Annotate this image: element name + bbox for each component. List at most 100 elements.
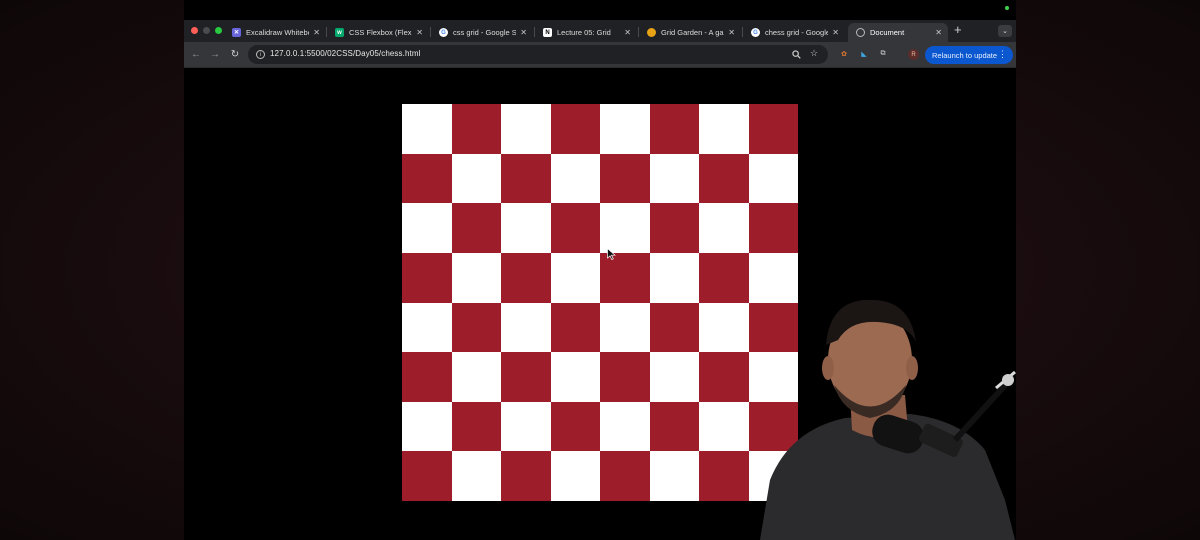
board-square [501, 451, 551, 501]
tab-title: chess grid - Google Search [765, 28, 829, 37]
tab-search-button[interactable]: ⌄ [998, 25, 1012, 37]
tab-lecture-05[interactable]: N Lecture 05: Grid ✕ [535, 23, 637, 42]
board-square [451, 203, 501, 253]
close-icon[interactable]: ✕ [313, 28, 320, 37]
tab-title: CSS Flexbox (Flexible Box) [349, 28, 412, 37]
google-icon: G [751, 28, 760, 37]
board-square [600, 302, 650, 353]
recording-indicator-icon [1005, 6, 1009, 10]
board-square [699, 401, 749, 452]
board-square [402, 104, 452, 154]
google-icon: G [439, 28, 448, 37]
extension-icon[interactable]: ✿ [839, 49, 849, 59]
excalidraw-icon: ✕ [232, 28, 241, 37]
minimize-window-icon[interactable] [203, 27, 210, 34]
board-square [550, 352, 600, 402]
tab-chess-grid-search[interactable]: G chess grid - Google Search ✕ [743, 23, 845, 42]
board-square [600, 104, 650, 154]
url-text: 127.0.0.1:5500/02CSS/Day05/chess.html [270, 49, 421, 58]
board-square [600, 451, 650, 501]
tab-title: css grid - Google Search [453, 28, 517, 37]
globe-icon [856, 28, 865, 37]
extension-icon[interactable]: ◣ [859, 49, 869, 59]
relaunch-label: Relaunch to update [932, 50, 998, 60]
close-window-icon[interactable] [191, 27, 198, 34]
site-info-icon[interactable]: i [256, 50, 265, 59]
board-square [501, 252, 551, 303]
more-menu-icon[interactable]: ⋮ [998, 49, 1007, 60]
board-square [501, 104, 551, 154]
board-square [600, 203, 650, 253]
close-icon[interactable]: ✕ [624, 28, 631, 37]
close-icon[interactable]: ✕ [728, 28, 735, 37]
board-square [550, 451, 600, 501]
zoom-icon[interactable] [792, 50, 801, 59]
presenter-webcam [760, 299, 1016, 540]
carrot-icon [647, 28, 656, 37]
board-square [649, 451, 699, 501]
board-square [550, 252, 600, 303]
tab-css-grid-search[interactable]: G css grid - Google Search ✕ [431, 23, 533, 42]
close-icon[interactable]: ✕ [935, 28, 942, 37]
board-square [649, 401, 699, 452]
mouse-cursor-icon [607, 248, 616, 260]
back-button[interactable]: ← [189, 47, 203, 61]
board-square [748, 153, 798, 204]
close-icon[interactable]: ✕ [832, 28, 839, 37]
board-square [501, 153, 551, 204]
board-square [402, 401, 452, 452]
tab-grid-garden[interactable]: Grid Garden - A game ✕ [639, 23, 741, 42]
avatar[interactable]: R [908, 49, 919, 60]
close-icon[interactable]: ✕ [416, 28, 423, 37]
board-square [451, 104, 501, 154]
board-square [501, 401, 551, 452]
board-square [699, 451, 749, 501]
tab-excalidraw[interactable]: ✕ Excalidraw Whiteboard ✕ [224, 23, 326, 42]
reload-button[interactable]: ↻ [228, 47, 242, 61]
browser-toolbar: ← → ↻ i 127.0.0.1:5500/02CSS/Day05/chess… [184, 42, 1016, 68]
board-square [649, 352, 699, 402]
board-square [402, 352, 452, 402]
board-square [699, 153, 749, 204]
board-square [649, 252, 699, 303]
board-square [451, 153, 501, 204]
menu-strip [184, 0, 1016, 20]
board-square [600, 401, 650, 452]
board-square [550, 153, 600, 204]
tab-title: Lecture 05: Grid [557, 28, 611, 37]
board-square [501, 352, 551, 402]
maximize-window-icon[interactable] [215, 27, 222, 34]
board-square [402, 153, 452, 204]
relaunch-button[interactable]: Relaunch to update ⋮ [925, 46, 1013, 64]
board-square [600, 252, 650, 303]
board-square [451, 252, 501, 303]
tab-title: Document [870, 28, 905, 37]
board-square [748, 104, 798, 154]
board-square [451, 401, 501, 452]
forward-button[interactable]: → [208, 47, 222, 61]
board-square [600, 352, 650, 402]
board-square [748, 203, 798, 253]
board-square [451, 302, 501, 353]
board-square [699, 352, 749, 402]
board-square [402, 451, 452, 501]
chess-board [402, 104, 798, 501]
board-square [699, 252, 749, 303]
tab-css-flexbox[interactable]: w CSS Flexbox (Flexible Box) ✕ [327, 23, 429, 42]
address-bar[interactable]: i 127.0.0.1:5500/02CSS/Day05/chess.html … [248, 45, 828, 64]
board-square [402, 252, 452, 303]
board-square [550, 203, 600, 253]
puzzle-icon[interactable]: ⧉ [878, 49, 888, 59]
new-tab-button[interactable]: + [954, 23, 962, 37]
board-square [649, 302, 699, 353]
bookmark-star-icon[interactable]: ☆ [810, 48, 818, 59]
video-frame: ✕ Excalidraw Whiteboard ✕ w CSS Flexbox … [0, 0, 1200, 540]
tab-document[interactable]: Document ✕ [848, 23, 948, 42]
close-icon[interactable]: ✕ [520, 28, 527, 37]
tab-strip: ✕ Excalidraw Whiteboard ✕ w CSS Flexbox … [184, 20, 1016, 42]
board-square [649, 203, 699, 253]
board-square [699, 302, 749, 353]
board-square [649, 153, 699, 204]
w3schools-icon: w [335, 28, 344, 37]
board-square [550, 104, 600, 154]
